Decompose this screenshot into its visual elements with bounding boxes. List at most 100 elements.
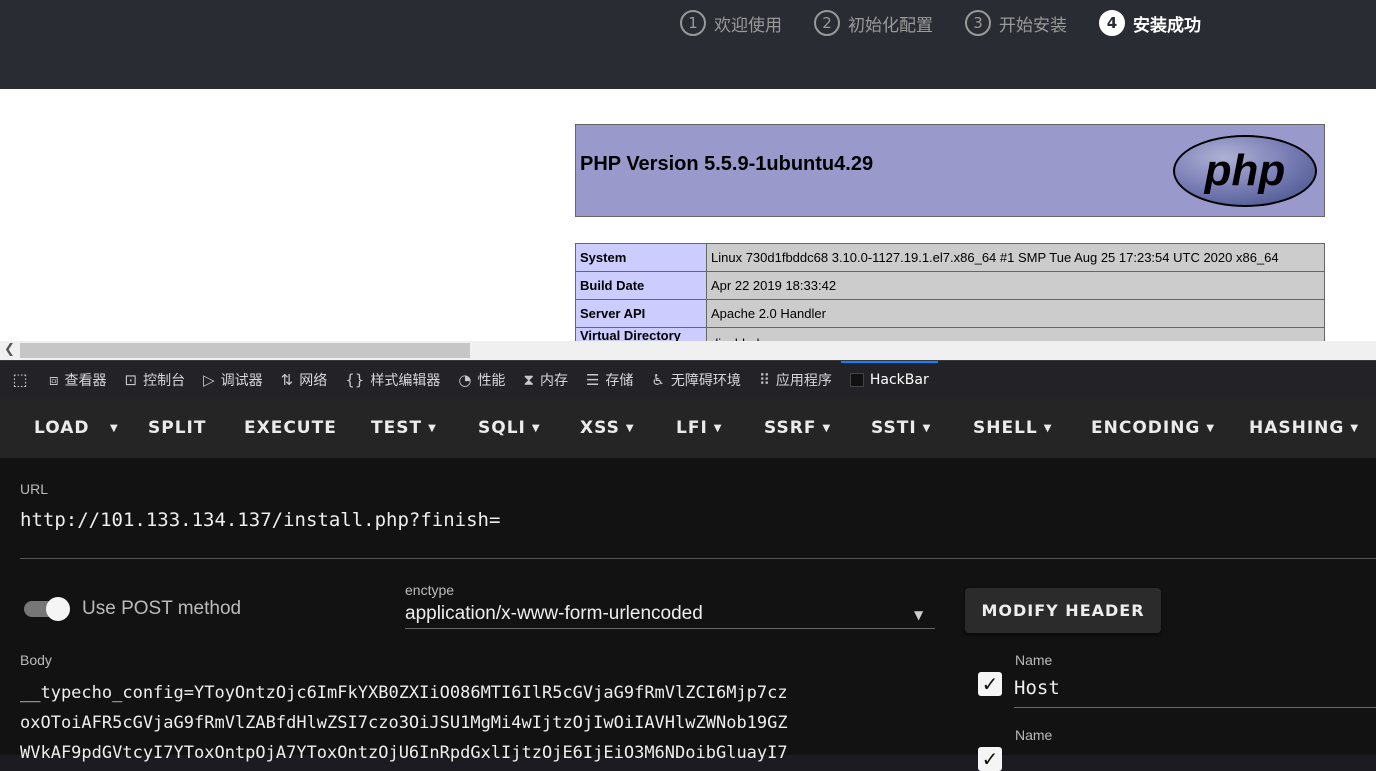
modify-header-button[interactable]: MODIFY HEADER [965,588,1161,633]
step-number: 3 [965,10,991,36]
tab-label: 存储 [605,372,634,389]
hackbar-menu: LOAD ▼ SPLIT EXECUTE TEST ▼ SQLI ▼ XSS ▼ LF… [0,398,1376,458]
tab-label: HackBar [869,371,929,388]
caret-down-icon: ▼ [1043,422,1053,434]
horizontal-scrollbar[interactable]: ❮ [0,341,1376,360]
tab-label: 网络 [299,372,328,389]
ssrf-menu[interactable]: SSRF ▼ [764,398,831,458]
step-label: 安装成功 [1133,15,1201,36]
tab-memory[interactable]: ⧗ 内存 [514,361,577,399]
body-line: WVkAF9pdGVtcyI7YToxOntpOjA7YToxOntzOjU6I… [20,743,788,763]
caret-down-icon: ▼ [531,422,541,434]
braces-icon: {} [345,370,365,389]
devtools-toolbar: ⬚ ⧈ 查看器 ⊡ 控制台 ▷ 调试器 ⇅ 网络 {} 样式编辑器 ◔ 性能 ⧗ 内存 ☰ 存储… [0,360,1376,398]
load-button[interactable]: LOAD [34,398,90,458]
encoding-menu[interactable]: ENCODING ▼ [1091,398,1215,458]
tab-label: 应用程序 [775,372,832,389]
checkmark-icon: ✓ [981,747,999,771]
toggle-knob [46,597,70,621]
tab-network[interactable]: ⇅ 网络 [272,361,337,399]
tab-style-editor[interactable]: {} 样式编辑器 [336,361,449,399]
tab-label: 无障碍环境 [670,372,741,389]
row-value: Apr 22 2019 18:33:42 [706,271,1325,300]
accessibility-icon: ♿ [651,370,665,389]
tab-application[interactable]: ⠿ 应用程序 [750,361,841,399]
menu-label: SHELL [973,418,1038,438]
caret-down-icon: ▼ [713,422,723,434]
tab-hackbar[interactable]: HackBar [840,360,938,399]
scrollbar-thumb[interactable] [20,343,470,358]
install-steps: 1 欢迎使用 2 初始化配置 3 开始安装 4 安装成功 [680,8,1233,38]
body-line: oxOToiAFR5cGVjaG9fRmVlZABfdHlwZSI7czo3Oi… [20,713,788,733]
header-name-label: Name [1015,727,1053,743]
menu-label: SSRF [764,418,817,438]
ssti-menu[interactable]: SSTI ▼ [871,398,931,458]
caret-down-icon: ▼ [428,422,437,434]
grid-icon: ⠿ [758,370,770,389]
load-dropdown-button[interactable]: ▼ [104,398,119,458]
table-row: System Linux 730d1fbddc68 3.10.0-1127.19… [575,243,1325,272]
step-init-config: 2 初始化配置 [814,8,933,38]
menu-label: LOAD [34,418,90,438]
step-label: 初始化配置 [848,15,933,36]
tab-label: 控制台 [143,372,186,389]
step-install-success: 4 安装成功 [1099,8,1201,38]
network-icon: ⇅ [280,370,294,389]
tab-inspector[interactable]: ⧈ 查看器 [40,361,116,399]
sqli-menu[interactable]: SQLI ▼ [478,398,541,458]
url-input[interactable]: http://101.133.134.137/install.php?finis… [20,509,500,531]
menu-label: SPLIT [148,418,207,438]
menu-label: SSTI [871,418,917,438]
scroll-left-icon[interactable]: ❮ [4,342,15,357]
tab-debugger[interactable]: ▷ 调试器 [194,361,272,399]
hashing-menu[interactable]: HASHING ▼ [1249,398,1359,458]
element-picker-icon[interactable]: ⬚ [0,361,40,399]
table-row: Build Date Apr 22 2019 18:33:42 [575,271,1325,300]
tab-label: 查看器 [64,372,107,389]
tab-performance[interactable]: ◔ 性能 [449,361,514,399]
body-line: __typecho_config=YToyOntzOjc6ImFkYXB0ZXI… [20,683,788,703]
row-value: Apache 2.0 Handler [706,299,1325,328]
tab-accessibility[interactable]: ♿ 无障碍环境 [642,361,749,399]
execute-button[interactable]: EXECUTE [244,398,337,458]
console-icon: ⊡ [124,370,138,389]
xss-menu[interactable]: XSS ▼ [580,398,635,458]
tab-storage[interactable]: ☰ 存储 [577,361,642,399]
caret-down-icon: ▼ [1350,422,1360,434]
header-enable-checkbox[interactable]: ✓ [978,672,1002,696]
table-row: Server API Apache 2.0 Handler [575,299,1325,328]
menu-label: HASHING [1249,418,1345,438]
post-method-toggle[interactable] [22,597,70,621]
step-welcome: 1 欢迎使用 [680,8,782,38]
gauge-icon: ◔ [458,370,472,389]
tab-console[interactable]: ⊡ 控制台 [116,361,195,399]
split-button[interactable]: SPLIT [148,398,206,458]
php-logo-text: php [1204,146,1286,195]
row-key: Server API [575,299,707,328]
caret-down-icon: ▼ [625,422,635,434]
step-number: 2 [814,10,840,36]
memory-icon: ⧗ [523,370,534,389]
test-menu[interactable]: TEST ▼ [371,398,437,458]
enctype-select[interactable]: application/x-www-form-urlencoded [405,603,703,625]
install-header: 1 欢迎使用 2 初始化配置 3 开始安装 4 安装成功 [0,0,1376,89]
caret-down-icon: ▼ [822,422,832,434]
caret-down-icon: ▼ [922,422,932,434]
step-number: 4 [1099,10,1125,36]
lfi-menu[interactable]: LFI ▼ [676,398,722,458]
row-value: Linux 730d1fbddc68 3.10.0-1127.19.1.el7.… [706,243,1325,272]
menu-label: XSS [580,418,620,438]
enctype-underline [405,628,935,629]
dropdown-arrow-icon[interactable]: ▼ [914,608,923,622]
menu-label: ENCODING [1091,418,1201,438]
tab-label: 内存 [539,372,568,389]
header-enable-checkbox[interactable]: ✓ [978,747,1002,771]
caret-down-icon: ▼ [110,422,119,434]
step-number: 1 [680,10,706,36]
caret-down-icon: ▼ [1206,422,1216,434]
checkmark-icon: ✓ [981,672,999,696]
tab-label: 调试器 [220,372,263,389]
shell-menu[interactable]: SHELL ▼ [973,398,1052,458]
header-name-input[interactable]: Host [1014,677,1060,699]
row-key: System [575,243,707,272]
